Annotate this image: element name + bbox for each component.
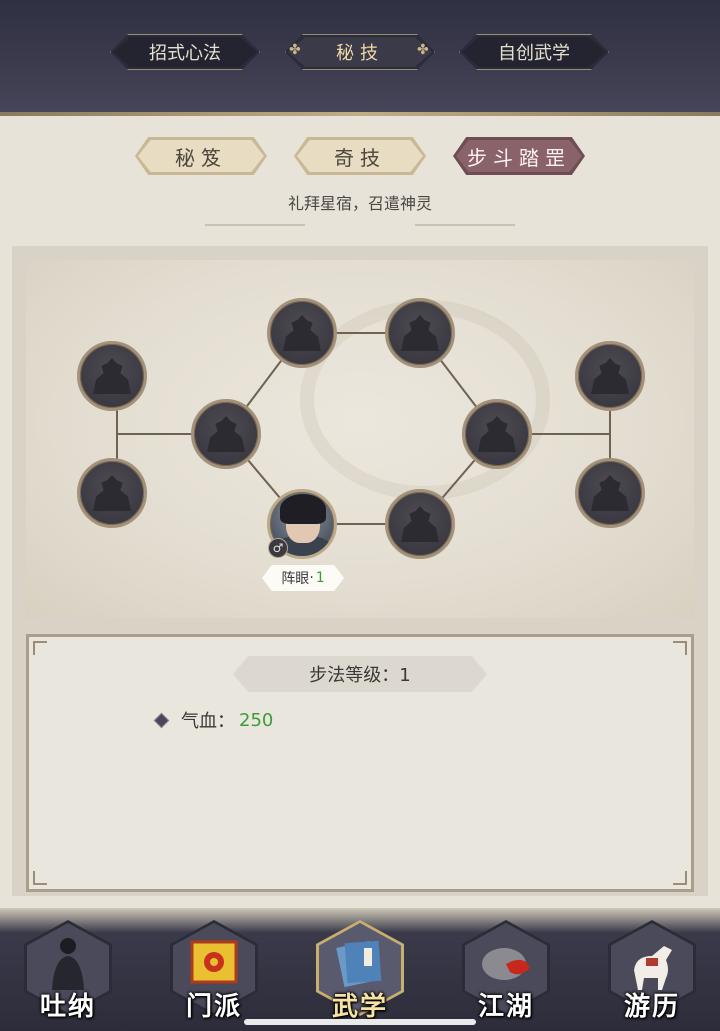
ornament-right-icon: ✤ (417, 42, 429, 58)
formation-eye-tag: 阵眼 · 1 (262, 565, 344, 591)
nav-jianghu[interactable]: 江湖 (458, 920, 554, 1024)
subtitle-motto: 礼拜星宿，召遣神灵 (287, 194, 432, 213)
stat-hp-label: 气血： (181, 711, 235, 732)
stat-diamond-icon (153, 712, 170, 728)
empty-slot-silhouette-icon (207, 416, 245, 452)
tab-self-created[interactable]: 自创武学 (459, 34, 609, 70)
empty-slot-silhouette-icon (401, 506, 439, 542)
white-horse-icon (634, 946, 672, 990)
nav-martial-arts[interactable]: 武学 (312, 920, 408, 1024)
empty-slot-silhouette-icon (591, 358, 629, 394)
divider-left (205, 224, 305, 226)
formation-slot-9[interactable] (575, 458, 645, 528)
home-indicator[interactable] (244, 1019, 476, 1025)
divider-right (415, 224, 515, 226)
empty-slot-silhouette-icon (401, 315, 439, 351)
hero-portrait (280, 494, 326, 524)
stat-hp-row: 气血： 250 (153, 707, 274, 733)
footwork-level-header: 步法等级：1 (233, 656, 487, 692)
formation-slot-6[interactable] (462, 399, 532, 469)
subtab-star-steps[interactable]: 步斗踏罡 (453, 137, 585, 175)
formation-slot-5[interactable] (385, 298, 455, 368)
nav-travel[interactable]: 游历 (604, 920, 700, 1024)
subtab-strange-skills[interactable]: 奇技 (294, 137, 426, 175)
tab-moves-methods[interactable]: 招式心法 (110, 34, 260, 70)
formation-slot-4[interactable] (267, 298, 337, 368)
formation-slot-2[interactable] (77, 458, 147, 528)
nav-sect[interactable]: 门派 (166, 920, 262, 1024)
stat-hp-value: 250 (239, 709, 274, 731)
meditating-figure-icon (52, 938, 84, 990)
formation-slot-8[interactable] (575, 341, 645, 411)
empty-slot-silhouette-icon (478, 416, 516, 452)
empty-slot-silhouette-icon (93, 475, 131, 511)
subtab-manuals[interactable]: 秘笈 (135, 137, 267, 175)
formation-slot-7[interactable] (385, 489, 455, 559)
ornament-left-icon: ✤ (289, 42, 301, 58)
nav-breathing[interactable]: 吐纳 (20, 920, 116, 1024)
bamboo-hat-icon (482, 948, 530, 980)
empty-slot-silhouette-icon (283, 315, 321, 351)
formation-slot-1[interactable] (77, 341, 147, 411)
empty-slot-silhouette-icon (591, 475, 629, 511)
sect-banner-icon (190, 940, 238, 984)
formation-slot-3[interactable] (191, 399, 261, 469)
tab-secret-skills[interactable]: 秘技 (285, 34, 435, 70)
martial-book-icon (336, 940, 382, 988)
male-symbol-icon: ♂ (268, 538, 288, 558)
empty-slot-silhouette-icon (93, 358, 131, 394)
